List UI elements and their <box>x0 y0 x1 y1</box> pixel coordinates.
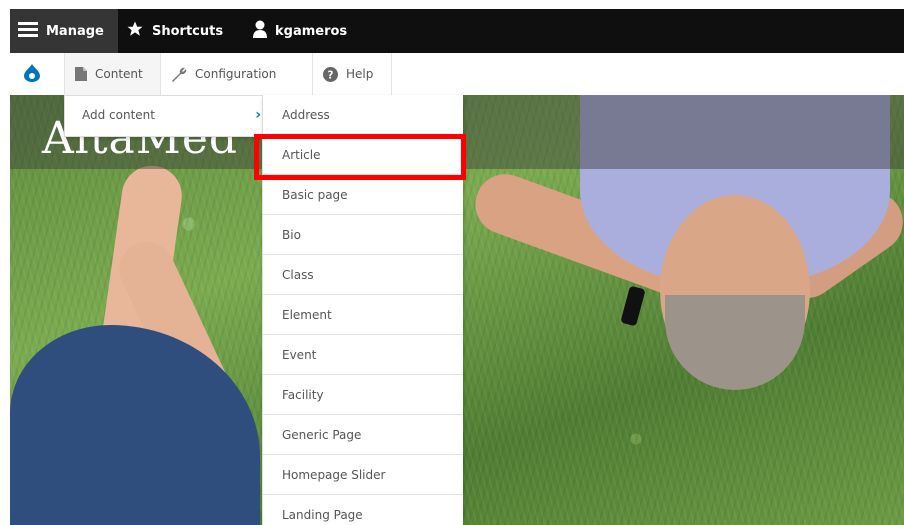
configuration-label: Configuration <box>195 67 277 81</box>
drupal-drop-icon <box>24 63 40 85</box>
username-label: kgameros <box>275 23 348 39</box>
wrench-icon <box>171 66 187 82</box>
user-tab[interactable]: kgameros <box>253 9 347 53</box>
submenu-item-facility[interactable]: Facility <box>263 375 463 415</box>
manage-tab[interactable]: Manage <box>10 9 118 53</box>
document-icon <box>75 67 87 81</box>
user-icon <box>253 20 267 42</box>
add-content-menu-item[interactable]: Add content › <box>64 95 266 137</box>
help-label: Help <box>346 67 374 81</box>
star-icon <box>126 20 144 42</box>
shortcuts-label: Shortcuts <box>152 23 224 39</box>
highlight-box <box>254 134 466 180</box>
shortcuts-tab[interactable]: Shortcuts <box>126 9 223 53</box>
help-icon: ? <box>323 66 338 82</box>
admin-tray: Content Configuration ? Help <box>10 53 904 96</box>
submenu-item-generic-page[interactable]: Generic Page <box>263 415 463 455</box>
add-content-label: Add content <box>82 108 155 122</box>
tray-configuration-item[interactable]: Configuration <box>160 53 305 95</box>
tray-content-item[interactable]: Content <box>64 53 160 95</box>
manage-label: Manage <box>46 23 104 39</box>
hamburger-icon <box>18 21 38 41</box>
admin-toolbar: Manage Shortcuts kgameros <box>10 9 904 53</box>
content-label: Content <box>95 67 143 81</box>
submenu-item-landing-page[interactable]: Landing Page <box>263 495 463 525</box>
submenu-item-homepage-slider[interactable]: Homepage Slider <box>263 455 463 495</box>
chevron-right-icon: › <box>255 107 261 123</box>
submenu-item-element[interactable]: Element <box>263 295 463 335</box>
browser-viewport: Manage Shortcuts kgameros Content Config… <box>10 9 904 525</box>
submenu-item-address[interactable]: Address <box>263 95 463 135</box>
home-link[interactable] <box>10 53 54 95</box>
submenu-item-bio[interactable]: Bio <box>263 215 463 255</box>
submenu-item-event[interactable]: Event <box>263 335 463 375</box>
submenu-item-basic-page[interactable]: Basic page <box>263 175 463 215</box>
svg-text:?: ? <box>328 69 334 81</box>
submenu-item-class[interactable]: Class <box>263 255 463 295</box>
tray-help-item[interactable]: ? Help <box>312 53 392 95</box>
